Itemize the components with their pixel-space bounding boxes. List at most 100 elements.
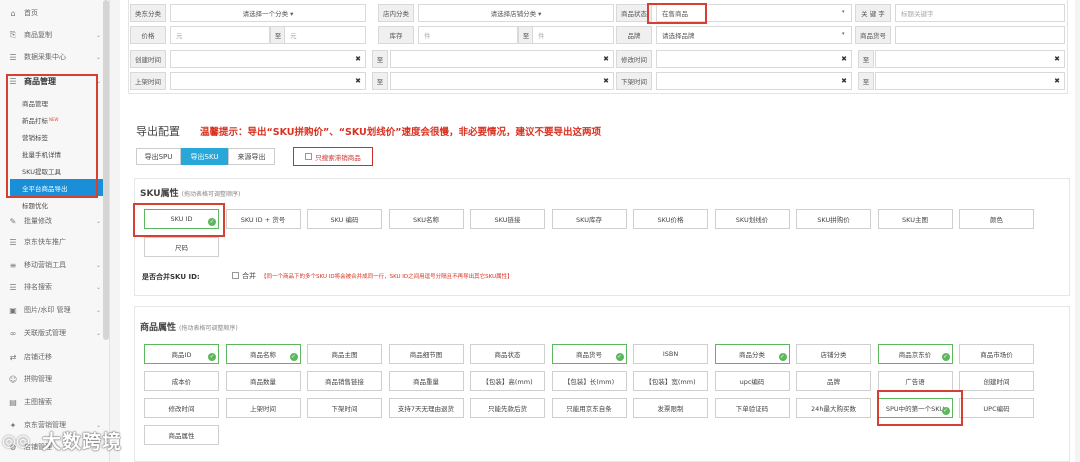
sku-attribute-chip[interactable]: SKU ID + 货号: [225, 209, 301, 229]
goods-attribute-chip[interactable]: 商品名称 ✓: [225, 344, 301, 364]
goods-attribute-chip[interactable]: 广告语: [877, 371, 953, 391]
sku-attribute-chip[interactable]: SKU 编码: [307, 209, 382, 229]
sku-attribute-chip[interactable]: SKU拼购价: [796, 209, 871, 229]
sidebar-item-order-manage[interactable]: ☺ 拼购管理: [0, 368, 104, 390]
goods-attribute-chip[interactable]: 上架时间: [225, 398, 301, 418]
price-input[interactable]: 元: [170, 26, 270, 44]
tab-export-sku[interactable]: 导出SKU: [181, 148, 228, 165]
goods-attribute-chip[interactable]: 成本价: [144, 371, 219, 391]
clear-icon[interactable]: ✖: [352, 72, 364, 90]
goods-attribute-chip[interactable]: 【包装】高(mm): [470, 371, 545, 391]
clear-icon[interactable]: ✖: [1051, 50, 1063, 68]
sidebar-subitem-new-goods-tag[interactable]: 新品打标 NEW: [10, 111, 103, 128]
sidebar-item-image-watermark[interactable]: ▣ 图片/水印 管理 ⌄: [0, 299, 104, 321]
goods-attribute-chip[interactable]: 商品市场价: [959, 344, 1034, 364]
sidebar-item-data-collect[interactable]: ☰ 数据采集中心 ⌄: [0, 46, 104, 68]
only-unsold-checkbox[interactable]: [305, 153, 313, 160]
goods-attribute-chip[interactable]: 商品状态: [470, 344, 545, 364]
sku-attribute-chip[interactable]: SKU划线价: [714, 209, 790, 229]
goods-attribute-chip[interactable]: 店铺分类: [796, 344, 871, 364]
sidebar-subitem-marketing-label[interactable]: 营销标签: [10, 128, 103, 145]
sidebar-item-rank-search[interactable]: ☰ 排名搜索 ⌄: [0, 276, 104, 298]
sidebar-item-product-copy[interactable]: ⎘ 商品复制 ⌄: [0, 24, 104, 46]
goods-attribute-chip[interactable]: upc编码: [714, 371, 790, 391]
keyword-input[interactable]: 标题关键字: [895, 4, 1065, 22]
goods-attribute-chip[interactable]: 商品主图: [307, 344, 382, 364]
shop-category-input[interactable]: 请选择店铺分类 ▾: [418, 4, 614, 22]
goods-attribute-chip[interactable]: ISBN: [633, 344, 708, 364]
sidebar-item-batch-edit[interactable]: ✎ 批量修改 ⌄: [0, 210, 104, 232]
sidebar-item-theme-search[interactable]: ▤ 主图搜索: [0, 391, 104, 413]
sidebar-item-shop-migrate[interactable]: ⇄ 店铺迁移: [0, 346, 104, 368]
created-time-input[interactable]: [170, 50, 366, 68]
sidebar-subitem-sku-extract[interactable]: SKU提取工具: [10, 162, 103, 179]
shelf-time-input[interactable]: [170, 72, 366, 90]
only-unsold-toggle[interactable]: 只搜索滞销商品: [293, 147, 373, 166]
clear-icon[interactable]: ✖: [838, 72, 850, 90]
goods-status-input[interactable]: 在售商品: [656, 4, 852, 22]
sidebar-item-jd-express[interactable]: ☰ 京东快车推广: [0, 231, 104, 253]
sidebar-item-related-format[interactable]: ∞ 关联版式管理 ⌄: [0, 322, 104, 344]
goods-attribute-chip[interactable]: 【包装】长(mm): [551, 371, 627, 391]
brand-input[interactable]: 请选择品牌: [656, 26, 852, 44]
goods-attribute-chip[interactable]: 品牌: [796, 371, 871, 391]
sidebar-subitem-batch-mobile-detail[interactable]: 批量手机详情: [10, 145, 103, 162]
clear-icon[interactable]: ✖: [600, 72, 612, 90]
shelf-time-end-input[interactable]: [390, 72, 614, 90]
sidebar-subitem-title-optimize[interactable]: 标题优化: [10, 196, 103, 213]
stock-input[interactable]: 件: [418, 26, 518, 44]
goods-attribute-chip[interactable]: 只能用京东自条: [551, 398, 627, 418]
sidebar-item-product-manage[interactable]: ☰ 商品管理 ⌄: [0, 70, 104, 92]
seller-category-input[interactable]: 请选择一个分类 ▾: [170, 4, 366, 22]
tab-export-spu[interactable]: 导出SPU: [136, 148, 181, 165]
sidebar-subitem-goods-manage[interactable]: 商品管理: [10, 94, 103, 111]
sidebar-scrollbar[interactable]: [103, 0, 109, 340]
off-shelf-time-input[interactable]: [656, 72, 852, 90]
sku-attribute-chip[interactable]: 尺码: [144, 237, 219, 257]
merge-sku-checkbox[interactable]: [232, 272, 239, 279]
goods-attribute-chip[interactable]: 发票限制: [633, 398, 708, 418]
goods-attribute-chip[interactable]: 24h最大购买数: [796, 398, 871, 418]
goods-attribute-chip[interactable]: 商品ID ✓: [144, 344, 219, 364]
goods-attribute-chip[interactable]: 商品重量: [388, 371, 464, 391]
clear-icon[interactable]: ✖: [600, 50, 612, 68]
goods-attribute-chip[interactable]: 商品数量: [225, 371, 301, 391]
created-time-end-input[interactable]: [390, 50, 614, 68]
stock-end-input[interactable]: 件: [532, 26, 614, 44]
goods-attribute-chip[interactable]: 【包装】宽(mm): [633, 371, 708, 391]
goods-attribute-chip[interactable]: 下单验证码: [714, 398, 790, 418]
sku-attribute-chip[interactable]: 颜色: [959, 209, 1034, 229]
goods-no-input[interactable]: [895, 26, 1065, 44]
goods-attribute-chip[interactable]: 商品货号 ✓: [551, 344, 627, 364]
goods-attribute-chip[interactable]: SPU中的第一个SKU ✓: [877, 398, 953, 418]
sidebar-item-mobile-marketing[interactable]: ≡ 移动营销工具 ⌄: [0, 254, 104, 276]
sku-attribute-chip[interactable]: SKU库存: [551, 209, 627, 229]
off-shelf-time-end-input[interactable]: [875, 72, 1065, 90]
sku-attribute-chip[interactable]: SKU名称: [388, 209, 464, 229]
goods-attribute-chip[interactable]: UPC编码: [959, 398, 1034, 418]
goods-attribute-chip[interactable]: 支持7天无理由退货: [388, 398, 464, 418]
sku-attribute-chip[interactable]: SKU链接: [470, 209, 545, 229]
modified-time-input[interactable]: [656, 50, 852, 68]
goods-attribute-chip[interactable]: 商品京东价 ✓: [877, 344, 953, 364]
clear-icon[interactable]: ✖: [1051, 72, 1063, 90]
sidebar-item-home[interactable]: ⌂ 首页: [0, 2, 104, 24]
goods-attribute-chip[interactable]: 创建时间: [959, 371, 1034, 391]
sku-attribute-chip[interactable]: SKU主图: [877, 209, 953, 229]
modified-time-end-input[interactable]: [875, 50, 1065, 68]
price-end-input[interactable]: 元: [284, 26, 366, 44]
goods-attribute-chip[interactable]: 只能先款后货: [470, 398, 545, 418]
sidebar-subitem-full-platform-export[interactable]: 全平台商品导出: [10, 179, 103, 196]
goods-attribute-chip[interactable]: 商品分类 ✓: [714, 344, 790, 364]
sku-attribute-chip[interactable]: SKU价格: [633, 209, 708, 229]
clear-icon[interactable]: ✖: [838, 50, 850, 68]
tab-export-source[interactable]: 来源导出: [228, 148, 275, 165]
goods-attribute-chip[interactable]: 商品细节图: [388, 344, 464, 364]
goods-attribute-chip[interactable]: 商品属性: [144, 425, 219, 445]
goods-attribute-chip[interactable]: 修改时间: [144, 398, 219, 418]
goods-attribute-chip[interactable]: 商品销售链接: [307, 371, 382, 391]
goods-attribute-chip[interactable]: 下架时间: [307, 398, 382, 418]
merge-sku-note: 【同一个商品下的多个SKU ID将会被合并成同一行，SKU ID之间用逗号分隔且…: [261, 274, 513, 280]
clear-icon[interactable]: ✖: [352, 50, 364, 68]
sku-attribute-chip[interactable]: SKU ID ✓: [144, 209, 219, 229]
